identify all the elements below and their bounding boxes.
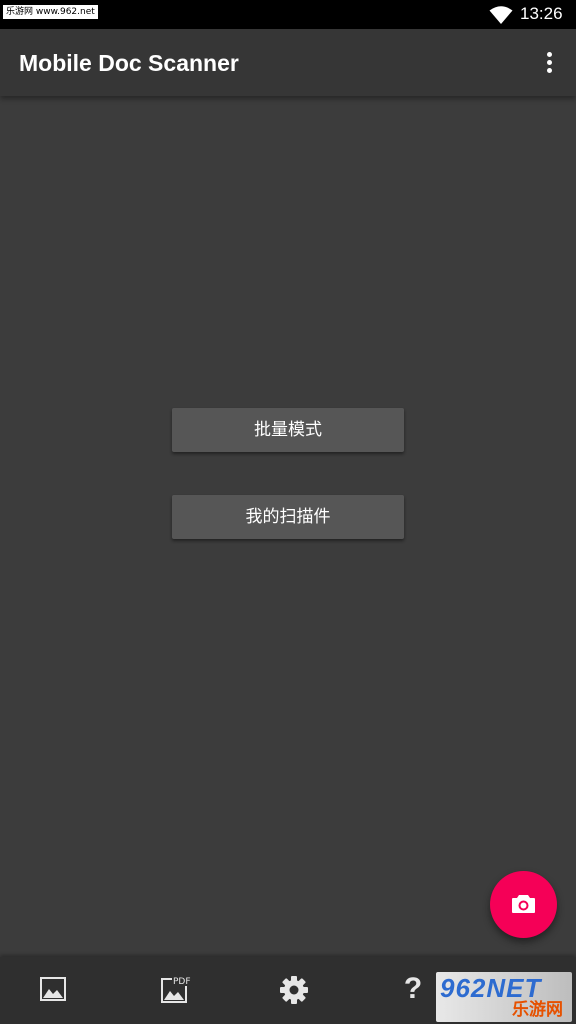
site-watermark-logo: 962NET 乐游网 (436, 972, 572, 1022)
pdf-button[interactable]: PDF (144, 957, 204, 1024)
image-icon (40, 977, 66, 1001)
settings-button[interactable] (263, 957, 323, 1024)
logo-sub-text: 乐游网 (512, 1000, 563, 1020)
help-icon: ? (403, 972, 423, 1005)
app-bar: Mobile Doc Scanner (0, 29, 576, 96)
gear-icon (280, 976, 308, 1004)
svg-text:PDF: PDF (173, 977, 191, 987)
my-scans-button[interactable]: 我的扫描件 (172, 495, 404, 539)
watermark-tag: 乐游网 www.962.net (3, 5, 98, 19)
gallery-button[interactable] (23, 957, 83, 1024)
app-title: Mobile Doc Scanner (19, 50, 239, 76)
status-clock: 13:26 (520, 4, 563, 23)
status-bar: 乐游网 www.962.net 13:26 (0, 0, 576, 29)
more-vert-icon[interactable] (538, 49, 562, 77)
camera-fab[interactable] (490, 871, 557, 938)
wifi-icon (489, 6, 513, 24)
help-button[interactable]: ? (383, 957, 443, 1024)
camera-icon (512, 895, 535, 913)
pdf-icon: PDF (161, 975, 191, 1003)
logo-main-text: 962NET (440, 973, 542, 1003)
app-screen: 乐游网 www.962.net 13:26 Mobile Doc Scanner… (0, 0, 576, 1024)
batch-mode-button[interactable]: 批量模式 (172, 408, 404, 452)
